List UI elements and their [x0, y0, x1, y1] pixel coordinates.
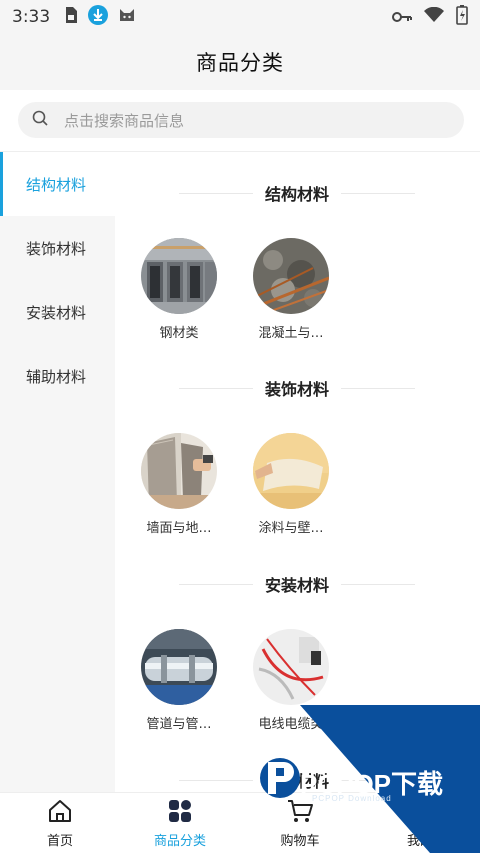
product-wires-cables[interactable]: 电线电缆类	[241, 629, 341, 732]
section-title: 安装材料	[265, 576, 330, 595]
product-name: 混凝土与…	[258, 326, 324, 341]
section-header-auxiliary: 辅助材料	[179, 766, 416, 792]
search-icon	[32, 110, 48, 130]
divider	[341, 583, 416, 585]
product-image-paint-wallpaper	[253, 433, 329, 509]
sidebar-item-label: 安装材料	[26, 303, 87, 322]
home-icon	[47, 799, 73, 827]
tab-label: 购物车	[280, 834, 320, 849]
wifi-icon	[424, 6, 444, 27]
divider	[341, 387, 416, 389]
sidebar-item-installation[interactable]: 安装材料	[0, 280, 115, 344]
product-image-concrete	[253, 238, 329, 314]
product-paint-wallpaper[interactable]: 涂料与壁…	[241, 433, 341, 536]
page-title: 商品分类	[196, 51, 284, 75]
divider	[179, 583, 253, 585]
sidebar-item-label: 辅助材料	[26, 367, 87, 386]
category-sidebar: 结构材料 装饰材料 安装材料 辅助材料	[0, 152, 115, 792]
sidebar-item-label: 结构材料	[26, 175, 87, 194]
battery-icon	[456, 5, 468, 29]
divider	[179, 387, 253, 389]
sidebar-item-auxiliary[interactable]: 辅助材料	[0, 344, 115, 408]
product-image-pipes	[141, 629, 217, 705]
app-header: 商品分类	[0, 34, 480, 90]
sim-card-icon	[64, 6, 78, 28]
profile-icon	[408, 799, 432, 827]
vpn-key-icon	[392, 8, 412, 27]
section-title: 辅助材料	[265, 772, 330, 791]
section-title: 装饰材料	[265, 380, 330, 399]
download-icon	[88, 5, 109, 29]
sidebar-item-structural[interactable]: 结构材料	[0, 152, 115, 216]
divider	[341, 192, 416, 194]
search-input[interactable]: 点击搜索商品信息	[18, 102, 464, 138]
sidebar-item-label: 装饰材料	[26, 239, 87, 258]
tab-cart[interactable]: 购物车	[240, 793, 360, 853]
tab-label: 我的	[406, 834, 433, 849]
product-image-steel	[141, 238, 217, 314]
divider	[179, 192, 253, 194]
product-name: 钢材类	[159, 326, 199, 341]
tab-label: 首页	[46, 834, 73, 849]
product-concrete[interactable]: 混凝土与…	[241, 238, 341, 341]
divider	[179, 779, 253, 781]
tab-home[interactable]: 首页	[0, 793, 120, 853]
product-name: 墙面与地…	[146, 521, 212, 536]
cart-icon	[286, 799, 314, 827]
product-image-wall-floor	[141, 433, 217, 509]
divider	[341, 779, 416, 781]
product-name: 管道与管…	[146, 717, 212, 732]
bottom-tab-bar: 首页 商品分类 购物车 我的	[0, 792, 480, 853]
product-wall-floor[interactable]: 墙面与地…	[129, 433, 229, 536]
sidebar-item-decorative[interactable]: 装饰材料	[0, 216, 115, 280]
product-pipes[interactable]: 管道与管…	[129, 629, 229, 732]
product-steel[interactable]: 钢材类	[129, 238, 229, 341]
product-image-wires-cables	[253, 629, 329, 705]
section-title: 结构材料	[265, 185, 330, 204]
search-bar-container: 点击搜索商品信息	[0, 90, 480, 152]
product-name: 电线电缆类	[258, 717, 324, 732]
category-content: 结构材料 钢材类 混凝土与… 装饰材料 墙面与地… 涂料与壁… 安装材料 管道与…	[115, 152, 480, 792]
cat-icon	[118, 6, 136, 28]
tab-category[interactable]: 商品分类	[120, 793, 240, 853]
status-time: 3:33	[12, 7, 51, 27]
section-header-installation: 安装材料	[179, 570, 416, 598]
tab-label: 商品分类	[153, 834, 206, 849]
product-name: 涂料与壁…	[258, 521, 324, 536]
search-placeholder: 点击搜索商品信息	[64, 111, 185, 130]
status-bar: 3:33	[0, 0, 480, 34]
section-header-structural: 结构材料	[179, 179, 416, 207]
section-header-decorative: 装饰材料	[179, 374, 416, 402]
category-icon	[167, 799, 193, 827]
tab-profile[interactable]: 我的	[360, 793, 480, 853]
